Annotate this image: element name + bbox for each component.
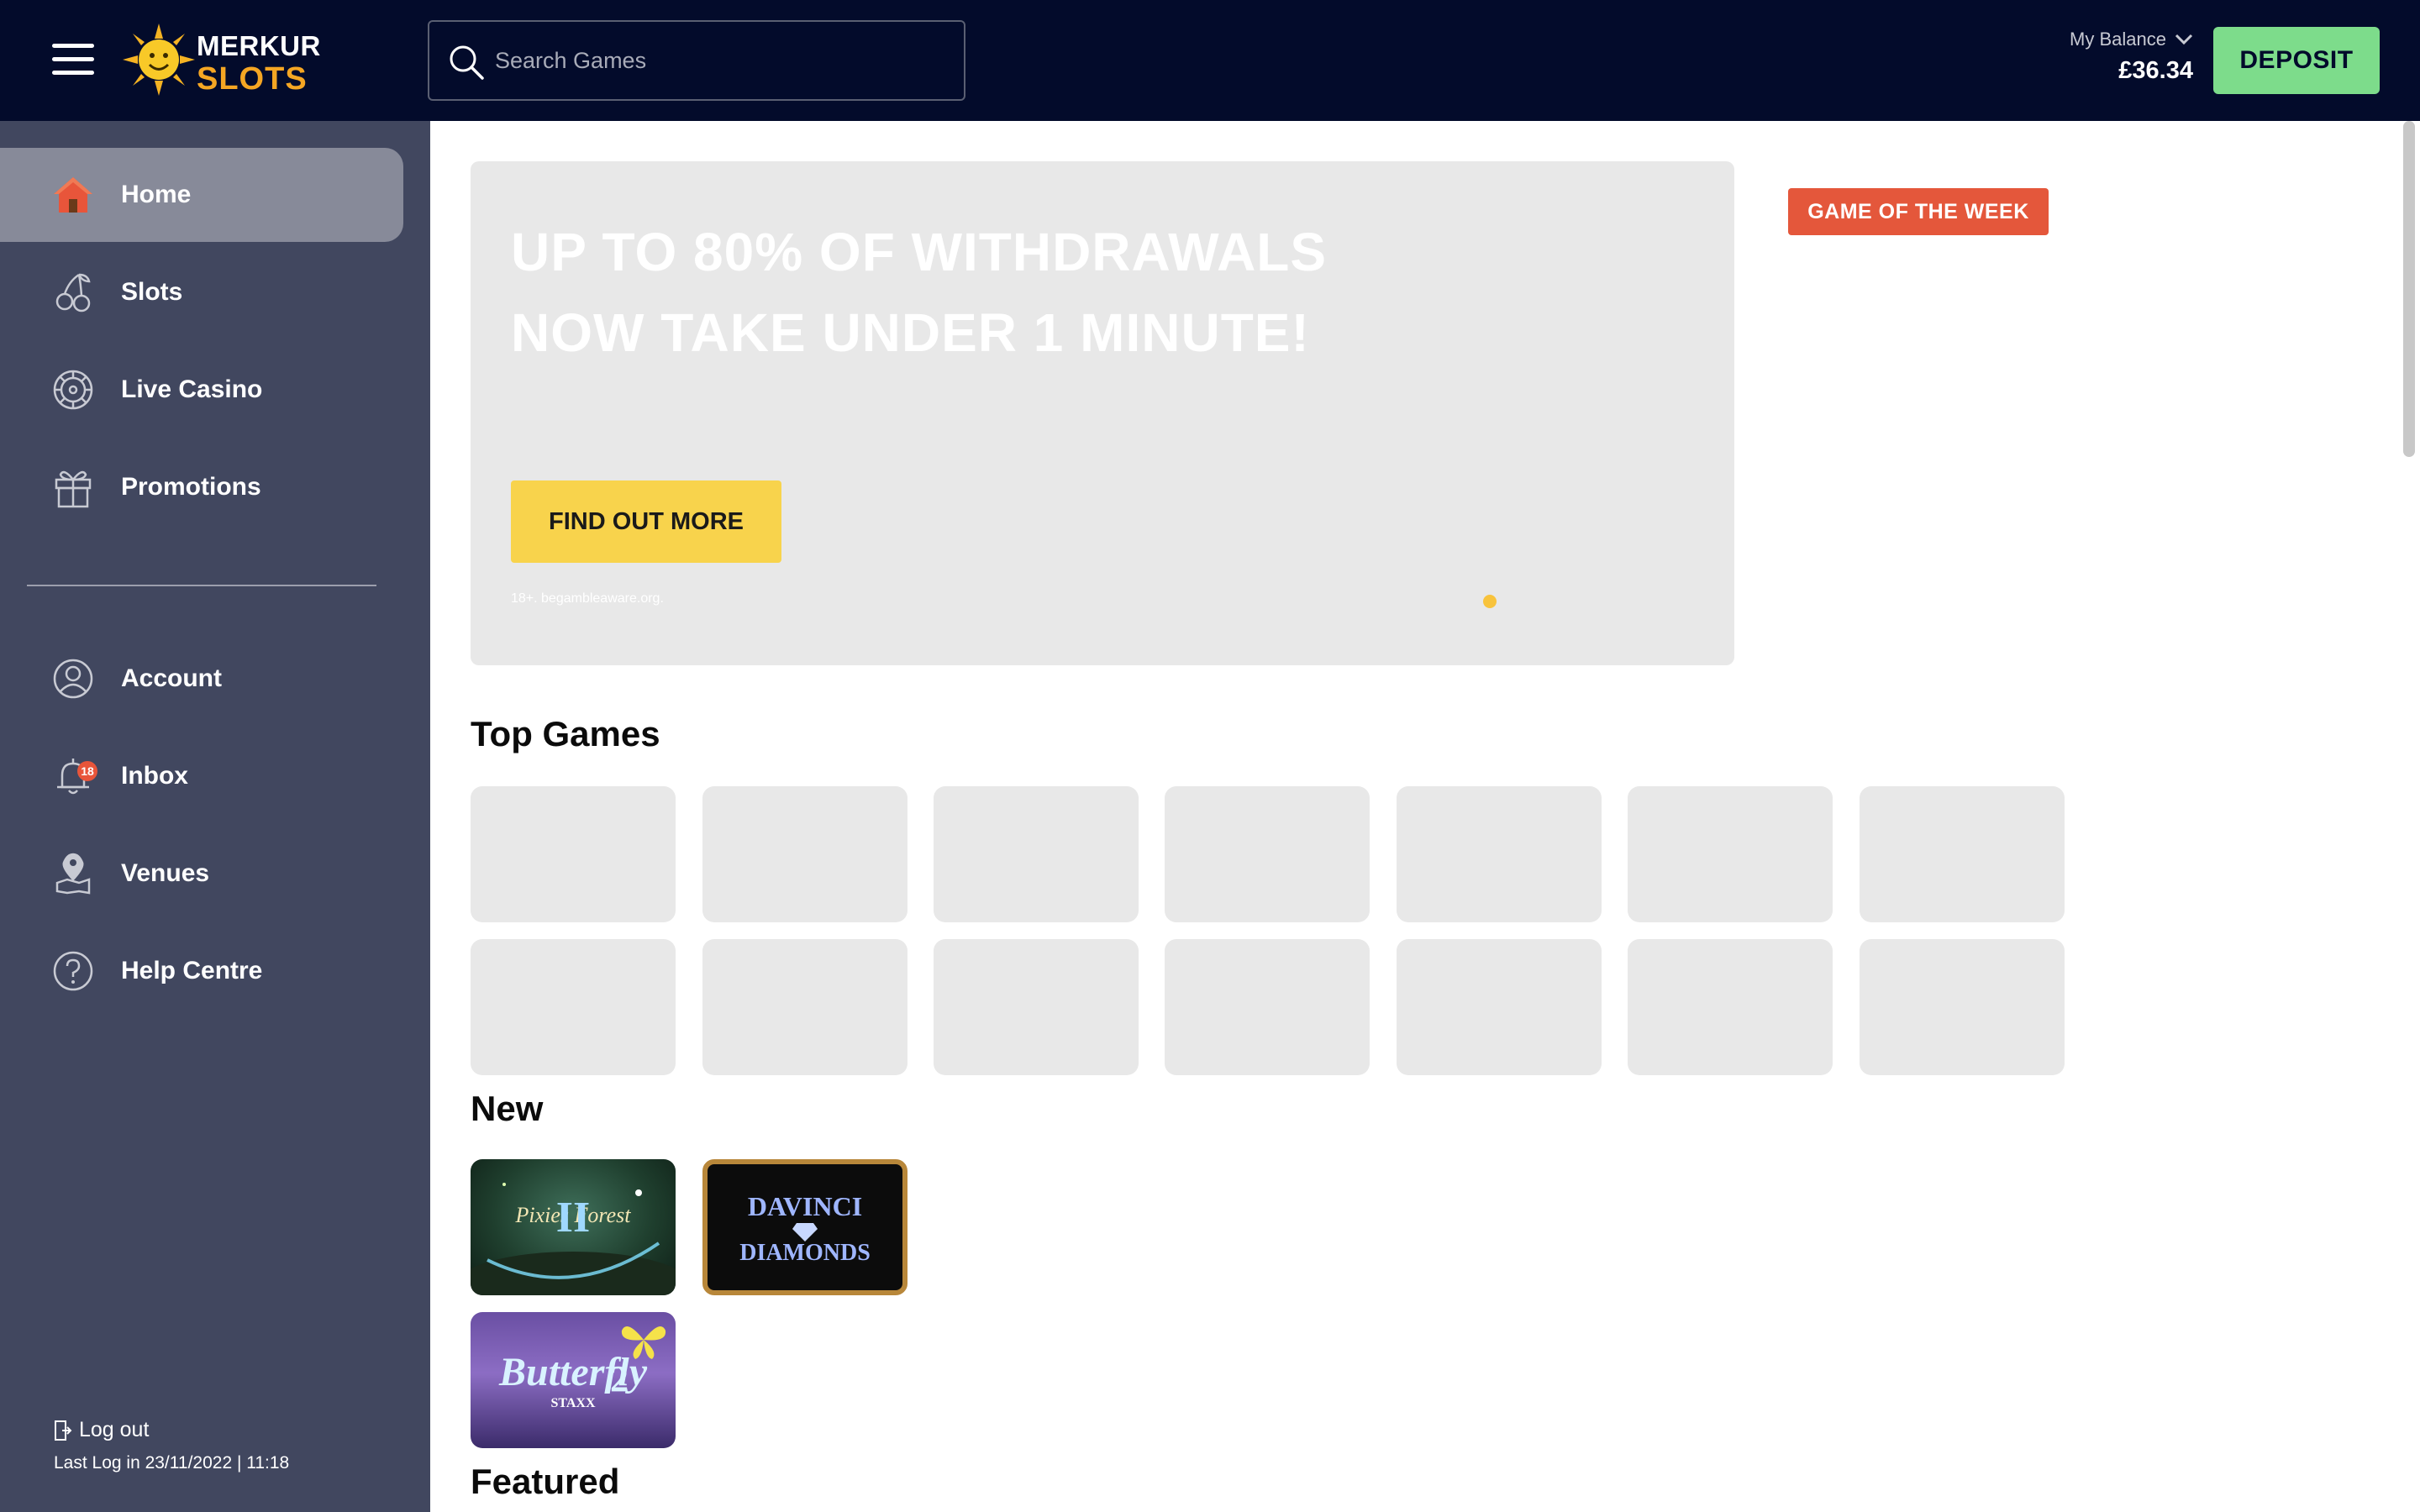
game-tile-pixies-of-the-forest-ii[interactable]: Pixies Forest II (471, 1159, 676, 1295)
logo-text-slots: SLOTS (197, 61, 308, 97)
game-tile[interactable] (471, 939, 676, 1075)
game-tile[interactable] (471, 786, 676, 922)
sidebar-item-label: Home (121, 181, 192, 208)
chevron-down-icon (2175, 34, 2193, 45)
top-header: MERKUR SLOTS My Balance £36.34 DEPOSIT (0, 0, 2420, 121)
sidebar-item-label: Venues (121, 859, 210, 887)
sidebar-item-label: Slots (121, 278, 183, 306)
diamond-icon (792, 1223, 818, 1242)
deposit-button[interactable]: DEPOSIT (2213, 27, 2380, 94)
page-scrollbar[interactable] (2403, 121, 2415, 457)
home-icon (54, 177, 92, 213)
game-subtitle-text: DIAMONDS (739, 1240, 871, 1266)
game-tile[interactable] (934, 939, 1139, 1075)
menu-icon[interactable] (52, 44, 94, 76)
balance-value: £36.34 (2118, 57, 2193, 84)
game-tile[interactable] (1397, 786, 1602, 922)
game-title-text: DAVINCI (747, 1191, 863, 1221)
game-tile[interactable] (1860, 939, 2065, 1075)
logout-label: Log out (79, 1418, 150, 1441)
game-tile[interactable] (1397, 939, 1602, 1075)
game-tile-butterfly-staxx-2[interactable]: Butterfly STAXX 2 (471, 1312, 676, 1448)
game-subtitle-text: STAXX (550, 1396, 596, 1410)
game-tile[interactable] (1628, 939, 1833, 1075)
cherries-icon (55, 273, 91, 312)
inbox-badge: 18 (77, 761, 97, 781)
game-title-numeral: II (555, 1194, 591, 1242)
sidebar-nav: Home Slots Live Casino Promotions Accoun… (0, 121, 430, 1512)
search-icon (450, 45, 484, 80)
logout-icon (55, 1420, 72, 1441)
logout-link[interactable]: Log out (54, 1418, 149, 1442)
merkur-slots-logo[interactable]: MERKUR SLOTS (123, 22, 320, 97)
sidebar-item-venues[interactable]: Venues (0, 827, 403, 921)
sidebar-divider (27, 585, 376, 586)
balance-dropdown[interactable]: My Balance £36.34 (2070, 29, 2193, 85)
sidebar-item-label: Inbox (121, 762, 188, 790)
roulette-wheel-icon (53, 370, 93, 410)
sidebar-item-inbox[interactable]: 18 Inbox (0, 729, 403, 823)
game-tile[interactable] (702, 939, 908, 1075)
game-tile[interactable] (1628, 786, 1833, 922)
game-title-text: Butterfly (499, 1350, 647, 1394)
game-tile[interactable] (1165, 786, 1370, 922)
map-pin-icon (55, 853, 91, 895)
sidebar-item-label: Account (121, 664, 222, 692)
new-games-title: New (471, 1089, 544, 1128)
sidebar-item-home[interactable]: Home (0, 148, 403, 242)
banner-disclaimer: 18+. begambleaware.org. (511, 591, 664, 606)
game-tile[interactable] (702, 786, 908, 922)
logo-text-merkur: MERKUR (197, 30, 321, 61)
promo-banner: UP TO 80% OF WITHDRAWALS NOW TAKE UNDER … (471, 161, 1734, 665)
last-login-text: Last Log in 23/11/2022 | 11:18 (54, 1453, 290, 1473)
sidebar-item-promotions[interactable]: Promotions (0, 440, 403, 534)
gift-icon (55, 470, 92, 508)
game-tile[interactable] (1165, 939, 1370, 1075)
game-of-the-week-badge: GAME OF THE WEEK (1788, 188, 2049, 235)
search-box[interactable] (428, 20, 965, 101)
sidebar-item-slots[interactable]: Slots (0, 245, 403, 339)
top-games-title: Top Games (471, 714, 660, 753)
banner-title: UP TO 80% OF WITHDRAWALS NOW TAKE UNDER … (511, 222, 1328, 363)
find-out-more-button[interactable]: FIND OUT MORE (511, 480, 781, 563)
carousel-dot[interactable] (1483, 595, 1497, 608)
game-tile[interactable] (934, 786, 1139, 922)
sidebar-item-live-casino[interactable]: Live Casino (0, 343, 403, 437)
search-input[interactable] (495, 24, 949, 97)
balance-label: My Balance (2070, 29, 2166, 50)
game-tile[interactable] (1860, 786, 2065, 922)
sidebar-item-label: Help Centre (121, 957, 263, 984)
question-circle-icon (53, 951, 93, 991)
sidebar-item-account[interactable]: Account (0, 632, 403, 726)
sidebar-item-help-centre[interactable]: Help Centre (0, 924, 403, 1018)
featured-title: Featured (471, 1462, 620, 1501)
game-title-numeral: 2 (610, 1358, 629, 1399)
sidebar-item-label: Live Casino (121, 375, 263, 403)
game-tile-davinci-diamonds[interactable]: DAVINCI DIAMONDS (702, 1159, 908, 1295)
sun-mascot-icon (123, 24, 195, 96)
user-circle-icon (53, 659, 93, 699)
sidebar-item-label: Promotions (121, 473, 261, 501)
